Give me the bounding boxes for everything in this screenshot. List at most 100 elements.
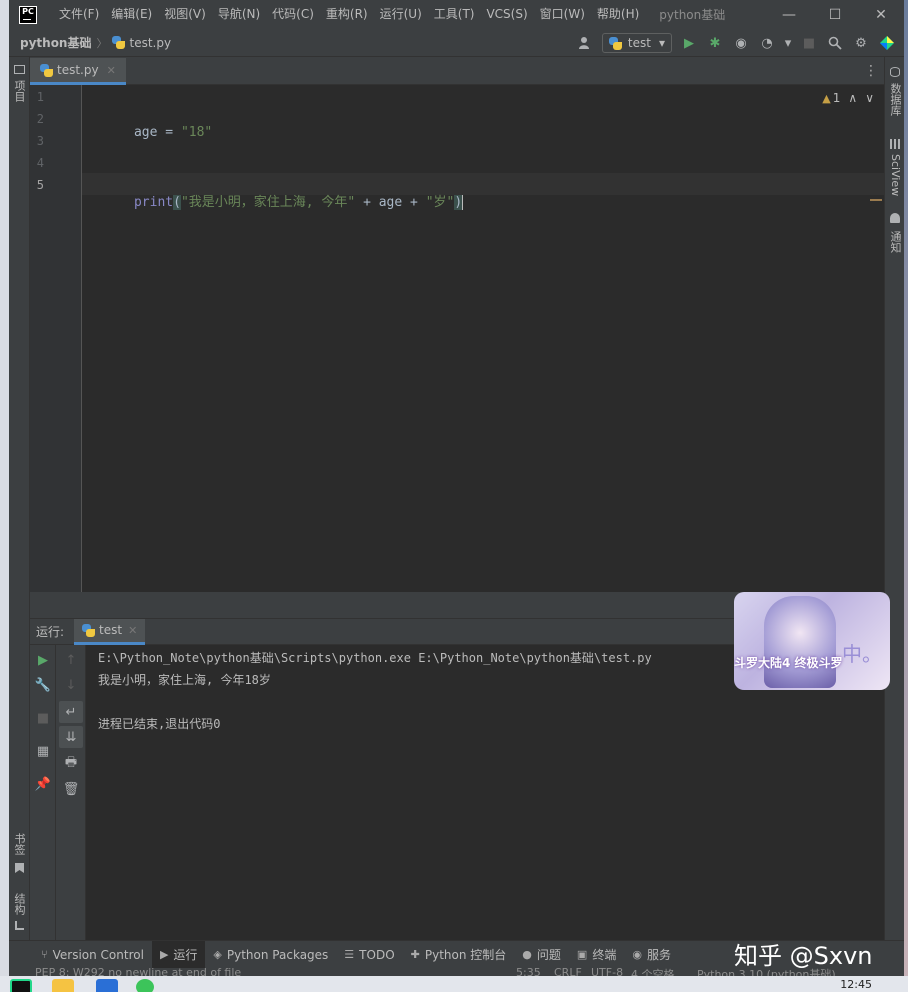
tool-run[interactable]: ▶ 运行 [151,940,206,969]
chevron-down-icon[interactable]: ▾ [784,34,792,52]
tab-test-py[interactable]: test.py ✕ [30,58,126,85]
file-explorer-icon[interactable] [52,979,74,992]
jetbrains-logo-icon[interactable] [878,34,896,52]
code-editor[interactable]: 1 2 3 4 5 age = "18" print("我是小明，家住上海, 今… [30,85,884,592]
python-console-icon: ✚ [410,948,420,961]
close-run-tab-icon[interactable]: ✕ [128,624,137,637]
debug-icon[interactable]: ✱ [706,34,724,52]
rerun-icon[interactable]: ▶ [30,649,56,671]
trash-icon[interactable]: 🗑 [56,778,86,800]
os-taskbar: 12:45 [0,976,908,992]
menu-view[interactable]: 视图(V) [158,0,212,29]
app-taskbar-icon[interactable] [96,979,118,992]
profile-icon[interactable]: ◔ [758,34,776,52]
menu-navigate[interactable]: 导航(N) [212,0,266,29]
operator: + [355,195,379,210]
system-clock[interactable]: 12:45 [840,978,872,991]
tool-python-packages[interactable]: ◈ Python Packages [205,941,336,969]
menu-vcs[interactable]: VCS(S) [480,0,533,29]
soft-wrap-icon[interactable]: ↵ [59,701,83,723]
inspection-widget[interactable]: ▲ 1 ∧ ∨ [822,91,874,105]
status-line-separator[interactable]: CRLF [554,968,582,976]
pycharm-logo-icon[interactable]: PC [19,5,37,24]
menu-refactor[interactable]: 重构(R) [320,0,374,29]
chevron-down-icon[interactable]: ∨ [865,91,874,105]
menu-window[interactable]: 窗口(W) [534,0,591,29]
left-tool-strip: 项目 书签 结构 [9,57,30,940]
more-tabs-icon[interactable]: ⋮ [864,63,878,79]
scrollbar-warning-marker[interactable] [870,199,882,201]
tool-todo[interactable]: ☰ TODO [336,941,402,969]
user-icon[interactable] [576,34,594,52]
tool-bookmarks[interactable]: 书签 [11,829,28,859]
status-position[interactable]: 5:35 [516,968,541,976]
run-toolbar-secondary: ↑ ↓ ↵ ⇊ 🖶 🗑 [56,645,86,940]
tool-python-console[interactable]: ✚ Python 控制台 [403,941,515,969]
code-line-2: age = "18" [87,110,212,155]
stop-icon[interactable]: ■ [800,34,818,52]
pycharm-taskbar-icon[interactable] [10,979,32,992]
wrench-icon[interactable]: 🔧 [30,674,56,696]
menu-file[interactable]: 文件(F) [53,0,105,29]
settings-icon[interactable]: ⚙ [852,34,870,52]
tool-services[interactable]: ◉ 服务 [624,941,679,969]
zhihu-watermark: 知乎 @Sxvn [734,942,873,970]
menu-tools[interactable]: 工具(T) [428,0,481,29]
layout-icon[interactable]: ▦ [30,740,56,762]
tool-terminal[interactable]: ▣ 终端 [569,941,624,969]
editor-tab-bar: test.py ✕ ⋮ [30,58,884,85]
breadcrumb-project[interactable]: python基础 [20,34,91,51]
right-tool-strip: 数据库 SciView 通知 [884,57,904,940]
close-window-button[interactable]: ✕ [858,0,904,29]
tool-problems[interactable]: ● 问题 [514,941,569,969]
breadcrumb: python基础 〉 test.py [20,34,171,51]
sticker-text: 中。 [842,642,882,666]
tool-label: Python 控制台 [424,948,507,962]
scroll-to-end-icon[interactable]: ⇊ [59,726,83,748]
tool-project[interactable]: 项目 [11,77,28,105]
tool-label: Version Control [52,947,144,962]
status-indent[interactable]: 4 个空格 [631,968,675,976]
python-config-icon [82,623,96,637]
breadcrumb-file[interactable]: test.py [129,36,171,50]
desktop-left-edge [0,0,9,992]
run-tab-test[interactable]: test ✕ [74,618,146,645]
tool-sciview[interactable]: SciView [887,153,904,197]
minimize-button[interactable]: — [766,0,812,29]
run-configuration-select[interactable]: test ▾ [601,33,672,53]
wechat-icon[interactable] [136,979,154,992]
chevron-up-icon[interactable]: ∧ [848,91,857,105]
arrow-down-icon[interactable]: ↓ [56,674,86,696]
status-encoding[interactable]: UTF-8 [591,968,623,976]
tool-version-control[interactable]: ⑂ Version Control [33,941,152,969]
maximize-button[interactable]: ☐ [812,0,858,29]
search-icon[interactable] [826,34,844,52]
paren-open: ( [173,195,181,210]
print-icon[interactable]: 🖶 [56,753,86,775]
tool-notifications[interactable]: 通知 [887,227,904,257]
coverage-icon[interactable]: ◉ [732,34,750,52]
run-icon[interactable]: ▶ [680,34,698,52]
anime-sticker-image: 中。 斗罗大陆4 终极斗罗 [734,592,890,690]
tool-label: Python Packages [226,947,329,962]
branch-icon: ⑂ [41,948,48,961]
database-icon [890,67,900,77]
menu-run[interactable]: 运行(U) [374,0,428,29]
project-icon[interactable] [14,65,25,74]
menu-help[interactable]: 帮助(H) [591,0,645,29]
python-file-icon [112,36,126,49]
pin-icon[interactable]: 📌 [30,773,56,795]
status-message[interactable]: PEP 8: W292 no newline at end of file [35,968,241,976]
stop-icon[interactable]: ■ [30,707,56,729]
tool-database[interactable]: 数据库 [887,79,904,119]
problems-icon: ● [522,948,532,961]
menu-edit[interactable]: 编辑(E) [105,0,158,29]
navigation-bar: python基础 〉 test.py test ▾ ▶ ✱ ◉ ◔ ▾ ■ ⚙ [9,29,904,57]
toolbar-right: test ▾ ▶ ✱ ◉ ◔ ▾ ■ ⚙ [576,29,896,57]
tool-structure[interactable]: 结构 [11,889,28,919]
menu-code[interactable]: 代码(C) [266,0,320,29]
tool-label: 终端 [592,948,617,962]
close-tab-icon[interactable]: ✕ [107,64,116,77]
arrow-up-icon[interactable]: ↑ [56,649,86,671]
tool-label: TODO [359,947,395,962]
